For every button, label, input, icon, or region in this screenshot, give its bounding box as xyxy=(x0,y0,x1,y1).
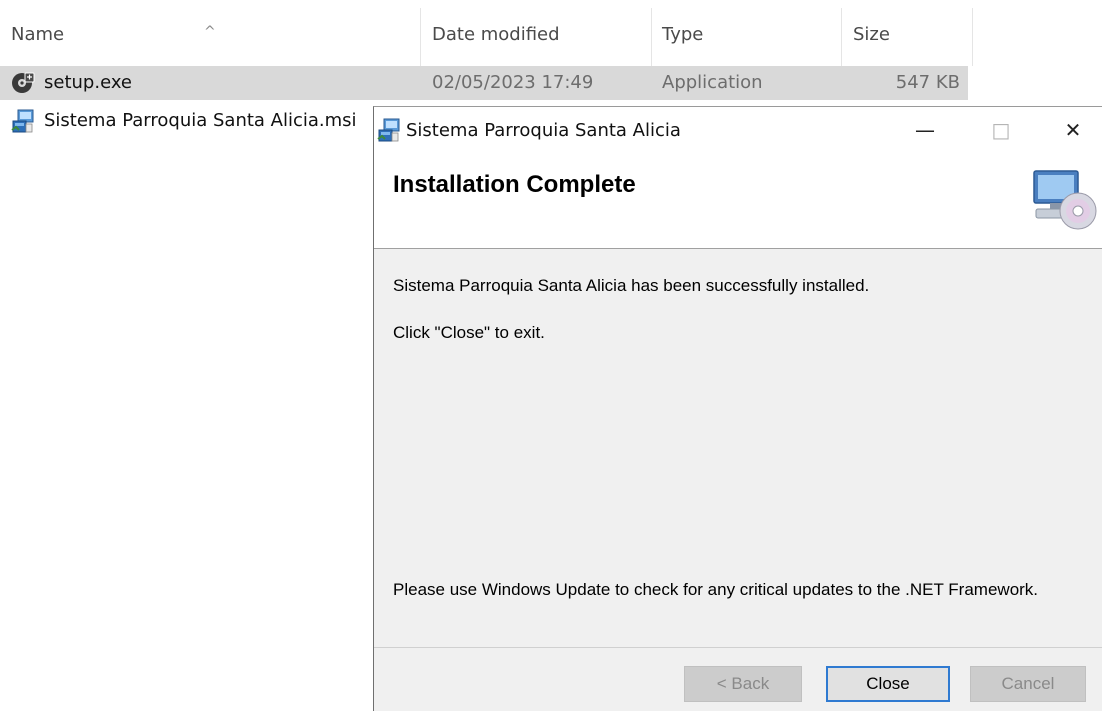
close-button[interactable]: Close xyxy=(826,666,950,702)
dialog-title: Sistema Parroquia Santa Alicia xyxy=(406,120,681,141)
setup-exe-icon xyxy=(12,72,35,93)
update-notice: Please use Windows Update to check for a… xyxy=(393,580,1039,599)
close-window-button[interactable]: ✕ xyxy=(1044,107,1102,153)
sort-ascending-icon: ^ xyxy=(204,24,216,40)
file-row-setup-exe[interactable]: setup.exe 02/05/2023 17:49 Application 5… xyxy=(0,66,968,100)
msi-installer-icon xyxy=(377,118,400,142)
minimize-icon: — xyxy=(915,118,935,142)
column-divider[interactable] xyxy=(420,8,421,66)
computer-cd-icon xyxy=(1033,170,1097,230)
back-button: < Back xyxy=(684,666,802,702)
column-header-type[interactable]: Type xyxy=(662,24,703,45)
file-date-modified: 02/05/2023 17:49 xyxy=(432,72,594,93)
installer-dialog: Sistema Parroquia Santa Alicia — □ ✕ Ins… xyxy=(373,106,1102,711)
column-header-bar: Name ^ Date modified Type Size xyxy=(0,0,1102,72)
column-divider[interactable] xyxy=(972,8,973,66)
column-header-date-modified[interactable]: Date modified xyxy=(432,24,560,45)
file-name: setup.exe xyxy=(44,72,132,93)
cancel-button: Cancel xyxy=(970,666,1086,702)
column-divider[interactable] xyxy=(651,8,652,66)
dialog-banner: Installation Complete xyxy=(374,153,1102,249)
banner-title: Installation Complete xyxy=(393,171,636,198)
close-icon: ✕ xyxy=(1064,118,1082,142)
msi-installer-icon xyxy=(11,109,34,133)
success-message: Sistema Parroquia Santa Alicia has been … xyxy=(393,276,870,295)
maximize-button: □ xyxy=(972,107,1030,153)
footer-divider xyxy=(374,647,1102,648)
dialog-titlebar[interactable]: Sistema Parroquia Santa Alicia — □ ✕ xyxy=(374,107,1102,153)
exit-instruction: Click "Close" to exit. xyxy=(393,323,545,342)
maximize-icon: □ xyxy=(991,118,1011,142)
column-header-name[interactable]: Name xyxy=(11,24,64,45)
file-name: Sistema Parroquia Santa Alicia.msi xyxy=(44,110,357,131)
file-size: 547 KB xyxy=(895,72,960,93)
minimize-button[interactable]: — xyxy=(896,107,954,153)
column-divider[interactable] xyxy=(841,8,842,66)
file-type: Application xyxy=(662,72,763,93)
column-header-size[interactable]: Size xyxy=(853,24,890,45)
